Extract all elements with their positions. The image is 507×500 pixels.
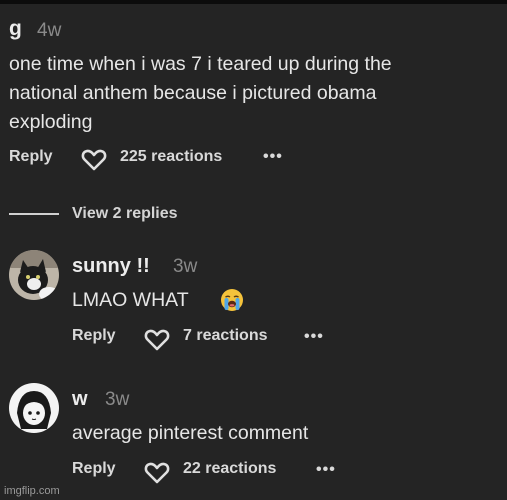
comment-text-line: exploding (9, 111, 93, 133)
comment-text-line: national anthem because i pictured obama (9, 82, 377, 104)
heart-icon[interactable] (81, 148, 107, 172)
more-options-button[interactable]: ••• (263, 148, 283, 166)
reactions-count[interactable]: 225 reactions (120, 148, 222, 166)
top-edge-bar (0, 0, 507, 4)
reply-button[interactable]: Reply (9, 148, 53, 166)
reply-username[interactable]: sunny !! (72, 255, 150, 278)
reply-button[interactable]: Reply (72, 327, 116, 345)
heart-icon[interactable] (144, 328, 170, 352)
reactions-count[interactable]: 22 reactions (183, 460, 276, 478)
cat-avatar-image (9, 250, 59, 300)
avatar[interactable] (9, 383, 59, 433)
avatar[interactable] (9, 250, 59, 300)
reactions-count[interactable]: 7 reactions (183, 327, 267, 345)
more-options-button[interactable]: ••• (304, 328, 324, 346)
more-options-button[interactable]: ••• (316, 461, 336, 479)
reply-text: average pinterest comment (72, 422, 309, 444)
comment-username[interactable]: g (9, 17, 22, 41)
reply-button[interactable]: Reply (72, 460, 116, 478)
reply-username[interactable]: w (72, 388, 88, 411)
heart-icon[interactable] (144, 461, 170, 485)
comment-age: 4w (37, 20, 62, 41)
comment-text: one time when i was 7 i teared up during… (9, 50, 504, 137)
reply-text: LMAO WHAT (72, 289, 189, 311)
replies-divider (9, 213, 59, 215)
imgflip-watermark: imgflip.com (4, 485, 60, 497)
anime-avatar-image (9, 383, 59, 433)
reply-age: 3w (105, 389, 130, 410)
loudly-crying-face-emoji (220, 288, 244, 317)
view-replies-button[interactable]: View 2 replies (72, 205, 178, 223)
reply-age: 3w (173, 256, 198, 277)
comment-text-line: one time when i was 7 i teared up during… (9, 53, 392, 75)
